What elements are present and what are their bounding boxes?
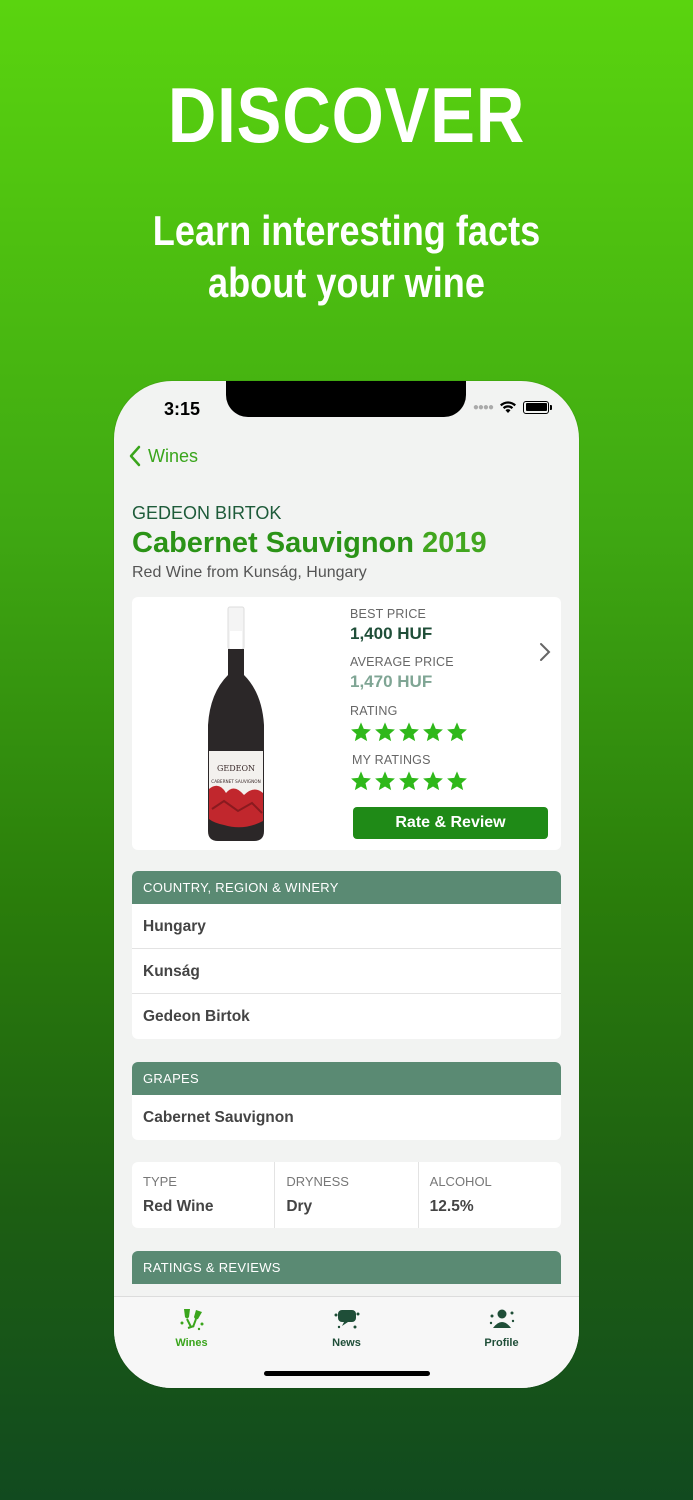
tab-news-label: News — [332, 1337, 361, 1349]
status-time: 3:15 — [164, 399, 201, 419]
star-icon[interactable] — [350, 770, 372, 792]
star-icon — [423, 722, 443, 742]
grapes-section: GRAPES Cabernet Sauvignon — [132, 1062, 561, 1140]
star-icon — [447, 722, 467, 742]
hero-subtitle-line2: about your wine — [208, 259, 485, 306]
tab-wines[interactable]: Wines — [114, 1297, 269, 1388]
wifi-icon — [500, 401, 516, 413]
tab-profile-label: Profile — [484, 1337, 519, 1349]
signal-icon: ●●●● — [472, 401, 494, 413]
star-icon — [399, 722, 419, 742]
profile-icon — [489, 1309, 514, 1328]
rate-review-button[interactable]: Rate & Review — [353, 807, 548, 839]
star-icon[interactable] — [374, 770, 396, 792]
rating-label: RATING — [350, 704, 398, 718]
attr-type-label: TYPE — [143, 1174, 177, 1189]
bottle-wine-name: CABERNET SAUVIGNON — [211, 779, 260, 784]
grape-row[interactable]: Cabernet Sauvignon — [132, 1095, 561, 1140]
attr-dryness-label: DRYNESS — [286, 1174, 349, 1189]
tab-profile[interactable]: Profile — [424, 1297, 579, 1388]
ratings-section: RATINGS & REVIEWS — [132, 1251, 561, 1284]
wine-origin: Red Wine from Kunság, Hungary — [132, 564, 367, 581]
best-price-value: 1,400 HUF — [350, 624, 433, 643]
my-ratings-label: MY RATINGS — [352, 753, 431, 767]
bottle-brand: GEDEON — [217, 764, 255, 773]
hero-title: DISCOVER — [167, 71, 526, 159]
star-icon — [351, 722, 371, 742]
price-column: BEST PRICE 1,400 HUF AVERAGE PRICE 1,470… — [350, 607, 468, 792]
wine-name: Cabernet Sauvignon — [132, 527, 414, 559]
origin-row-region[interactable]: Kunság — [132, 949, 561, 994]
star-icon — [375, 722, 395, 742]
wine-bottle-image: GEDEON CABERNET SAUVIGNON — [208, 606, 264, 841]
average-price-label: AVERAGE PRICE — [350, 655, 454, 669]
attr-alcohol-label: ALCOHOL — [429, 1174, 492, 1189]
tab-wines-label: Wines — [175, 1337, 208, 1349]
wine-title: Cabernet Sauvignon 2019 — [132, 527, 487, 560]
battery-icon — [523, 400, 552, 414]
status-icons: ●●●● — [472, 400, 552, 414]
wine-glasses-icon — [180, 1309, 203, 1331]
wine-attributes: TYPE Red Wine DRYNESS Dry ALCOHOL 12.5% — [132, 1162, 561, 1228]
star-icon[interactable] — [422, 770, 444, 792]
best-price-label: BEST PRICE — [350, 607, 427, 621]
wine-year: 2019 — [422, 527, 487, 559]
origin-row-country[interactable]: Hungary — [132, 904, 561, 949]
back-button[interactable]: Wines — [128, 445, 198, 467]
winery-name: GEDEON BIRTOK — [132, 503, 282, 523]
chevron-left-icon — [129, 445, 141, 467]
origin-section: COUNTRY, REGION & WINERY Hungary Kunság … — [132, 871, 561, 1039]
grapes-section-header: GRAPES — [132, 1062, 561, 1095]
attr-alcohol-value: 12.5% — [429, 1198, 474, 1215]
chevron-right-icon[interactable] — [539, 642, 551, 662]
star-icon[interactable] — [446, 770, 468, 792]
news-icon — [334, 1310, 359, 1329]
phone-notch — [226, 381, 466, 417]
attr-alcohol: ALCOHOL 12.5% — [419, 1162, 561, 1228]
hero-subtitle: Learn interesting facts about your wine — [49, 205, 645, 309]
hero-subtitle-line1: Learn interesting facts — [152, 207, 541, 254]
star-icon[interactable] — [398, 770, 420, 792]
wine-summary-card: GEDEON CABERNET SAUVIGNON BEST PRICE 1,4… — [132, 597, 561, 850]
attr-type-value: Red Wine — [143, 1198, 214, 1215]
average-price-value: 1,470 HUF — [350, 672, 433, 691]
attr-dryness: DRYNESS Dry — [275, 1162, 419, 1228]
home-indicator[interactable] — [264, 1371, 430, 1376]
origin-section-header: COUNTRY, REGION & WINERY — [132, 871, 561, 904]
my-rating-stars[interactable] — [350, 770, 468, 792]
back-label: Wines — [148, 445, 199, 466]
phone-frame: 3:15 ●●●● Wines GEDEON BIRTOK Cabernet S… — [114, 381, 579, 1388]
attr-dryness-value: Dry — [286, 1198, 313, 1215]
attr-type: TYPE Red Wine — [132, 1162, 276, 1228]
origin-row-winery[interactable]: Gedeon Birtok — [132, 994, 561, 1039]
ratings-section-header: RATINGS & REVIEWS — [132, 1251, 561, 1284]
rating-stars — [350, 721, 468, 743]
